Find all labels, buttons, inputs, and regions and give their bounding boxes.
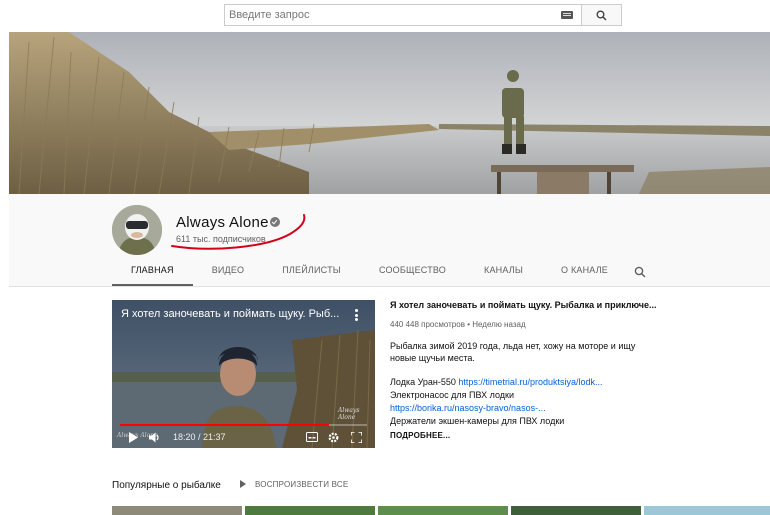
player-controls: 18:20 / 21:37 <box>112 428 375 448</box>
verified-check-icon <box>270 217 280 227</box>
subtitles-icon[interactable] <box>306 432 318 442</box>
description-text: Рыбалка зимой 2019 года, льда нет, хожу … <box>390 341 636 363</box>
desc-line-text: Лодка Уран-550 <box>390 377 459 387</box>
tab-playlists[interactable]: ПЛЕЙЛИСТЫ <box>263 262 360 286</box>
search-box[interactable] <box>224 4 582 26</box>
search-icon <box>596 10 607 21</box>
volume-icon[interactable] <box>149 432 161 443</box>
youtube-channel-page: Always Alone 611 тыс. подписчиков ГЛАВНА… <box>0 0 770 515</box>
video-title[interactable]: Я хотел заночевать и поймать щуку. Рыбал… <box>390 300 690 310</box>
progress-bar[interactable] <box>120 424 367 426</box>
video-meta: 440 448 просмотров • Неделю назад <box>390 320 690 329</box>
view-count: 440 448 просмотров <box>390 320 465 329</box>
search-button[interactable] <box>582 4 622 26</box>
channel-name[interactable]: Always Alone <box>176 214 269 231</box>
shelf-thumbnail[interactable] <box>245 506 375 515</box>
show-more-link[interactable]: ПОДРОБНЕЕ... <box>390 429 690 442</box>
header-divider <box>9 286 770 287</box>
progress-fill <box>120 424 330 426</box>
channel-avatar[interactable] <box>112 205 162 255</box>
keyboard-icon[interactable] <box>561 11 573 19</box>
upload-date: Неделю назад <box>472 320 526 329</box>
subscriber-count: 611 тыс. подписчиков <box>176 234 266 244</box>
play-icon[interactable] <box>129 432 138 443</box>
play-all-label: ВОСПРОИЗВЕСТИ ВСЕ <box>255 480 349 489</box>
video-description: Я хотел заночевать и поймать щуку. Рыбал… <box>390 300 690 442</box>
player-title[interactable]: Я хотел заночевать и поймать щуку. Рыб..… <box>121 308 339 320</box>
desc-link-pump[interactable]: https://borika.ru/nasosy-bravo/nasos-... <box>390 403 546 413</box>
video-watermark: Always Alone <box>338 407 360 421</box>
shelf-thumbnails <box>112 506 770 515</box>
description-links: Лодка Уран-550 https://timetrial.ru/prod… <box>390 376 690 442</box>
desc-line-boat: Лодка Уран-550 https://timetrial.ru/prod… <box>390 376 690 389</box>
desc-line-pump-link: https://borika.ru/nasosy-bravo/nasos-... <box>390 402 690 415</box>
channel-banner <box>9 32 770 194</box>
desc-line-holders: Держатели экшен-камеры для ПВХ лодки <box>390 416 565 426</box>
desc-line-pump: Электронасос для ПВХ лодки <box>390 390 515 400</box>
desc-link-boat[interactable]: https://timetrial.ru/produktsiya/lodk... <box>458 377 602 387</box>
shelf-thumbnail[interactable] <box>378 506 508 515</box>
fullscreen-icon[interactable] <box>351 432 362 443</box>
settings-gear-icon[interactable] <box>328 432 339 443</box>
tab-about[interactable]: О КАНАЛЕ <box>542 262 627 286</box>
shelf-thumbnail[interactable] <box>511 506 641 515</box>
shelf-thumbnail[interactable] <box>644 506 770 515</box>
tab-channels[interactable]: КАНАЛЫ <box>465 262 542 286</box>
more-vert-icon[interactable] <box>355 309 358 321</box>
shelf-title[interactable]: Популярные о рыбалке <box>112 480 221 491</box>
play-all-button[interactable]: ВОСПРОИЗВЕСТИ ВСЕ <box>240 480 348 489</box>
video-player[interactable]: Я хотел заночевать и поймать щуку. Рыб..… <box>112 300 375 448</box>
search-input[interactable] <box>229 7 549 23</box>
play-all-icon <box>240 480 246 488</box>
shelf-thumbnail[interactable] <box>112 506 242 515</box>
channel-tabs: ГЛАВНАЯ ВИДЕО ПЛЕЙЛИСТЫ СООБЩЕСТВО КАНАЛ… <box>112 262 627 286</box>
channel-search-icon[interactable] <box>634 266 646 278</box>
tab-home[interactable]: ГЛАВНАЯ <box>112 262 193 286</box>
search-bar <box>0 4 770 26</box>
meta-separator: • <box>467 320 471 329</box>
player-time: 18:20 / 21:37 <box>173 432 226 442</box>
tab-videos[interactable]: ВИДЕО <box>193 262 264 286</box>
tab-community[interactable]: СООБЩЕСТВО <box>360 262 465 286</box>
